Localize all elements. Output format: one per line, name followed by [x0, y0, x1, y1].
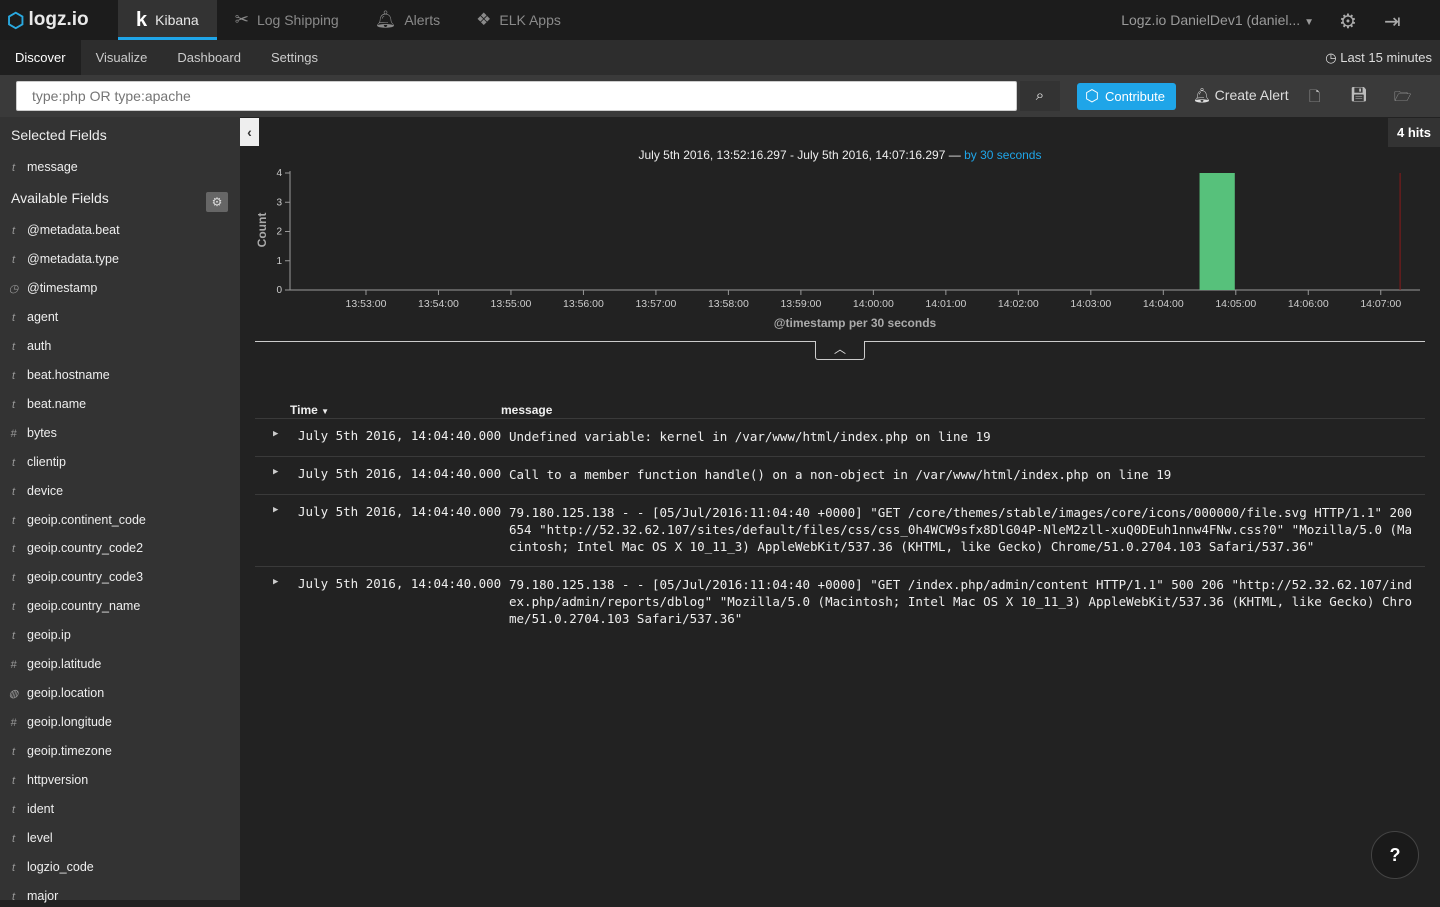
string-type-icon: t	[11, 572, 16, 585]
row-time: July 5th 2016, 14:04:40.000	[298, 576, 502, 591]
sort-down-icon: ▼	[321, 407, 330, 416]
field-item[interactable]: t geoip.country_code2	[0, 538, 240, 558]
x-tick-label: 13:59:00	[780, 298, 821, 310]
y-tick-label: 4	[276, 168, 282, 179]
number-type-icon: #	[10, 427, 17, 440]
y-axis-label: Count	[255, 213, 269, 248]
expand-row-icon[interactable]: ▶	[273, 429, 278, 439]
field-item[interactable]: t beat.name	[0, 394, 240, 414]
x-axis-label: @timestamp per 30 seconds	[774, 316, 937, 330]
string-type-icon: t	[11, 369, 16, 382]
table-row: ▶ July 5th 2016, 14:04:40.000 79.180.125.1…	[255, 566, 1425, 638]
table-row: ▶ July 5th 2016, 14:04:40.000 Call to a me…	[255, 456, 1425, 494]
field-item[interactable]: # geoip.longitude	[0, 712, 240, 732]
table-row: ▶ July 5th 2016, 14:04:40.000 Undefined va…	[255, 418, 1425, 456]
chevron-up-icon: ︿	[833, 342, 846, 356]
field-item[interactable]: t level	[0, 828, 240, 848]
field-item[interactable]: t beat.hostname	[0, 365, 240, 385]
row-message: 79.180.125.138 - - [05/Jul/2016:11:04:40…	[509, 577, 1413, 626]
field-item[interactable]: # bytes	[0, 423, 240, 443]
row-time: July 5th 2016, 14:04:40.000	[298, 428, 502, 443]
string-type-icon: t	[11, 861, 16, 874]
string-type-icon: t	[11, 485, 16, 498]
column-header-time[interactable]: Time ▼	[290, 403, 329, 417]
y-tick-label: 1	[276, 256, 282, 267]
field-item[interactable]: # geoip.latitude	[0, 654, 240, 674]
field-item[interactable]: t major	[0, 886, 240, 906]
x-tick-label: 13:54:00	[418, 298, 459, 310]
number-type-icon: #	[10, 717, 17, 730]
collapse-chart-button[interactable]: ︿	[815, 341, 865, 360]
help-chat-button[interactable]: ?	[1371, 831, 1419, 879]
field-item[interactable]: t device	[0, 481, 240, 501]
field-item[interactable]: t geoip.country_name	[0, 596, 240, 616]
string-type-icon: t	[11, 543, 16, 556]
string-type-icon: t	[11, 630, 16, 643]
string-type-icon: t	[11, 890, 16, 903]
string-type-icon: t	[11, 601, 16, 614]
y-tick-label: 0	[276, 285, 282, 296]
x-tick-label: 14:04:00	[1143, 298, 1184, 310]
field-item[interactable]: t geoip.ip	[0, 625, 240, 645]
field-item[interactable]: t geoip.timezone	[0, 741, 240, 761]
x-tick-label: 14:03:00	[1070, 298, 1111, 310]
column-header-message: message	[501, 403, 553, 417]
row-time: July 5th 2016, 14:04:40.000	[298, 466, 502, 481]
x-tick-label: 14:06:00	[1288, 298, 1329, 310]
string-type-icon: t	[11, 775, 16, 788]
histogram-bar	[1199, 173, 1235, 290]
field-item[interactable]: t geoip.country_code3	[0, 567, 240, 587]
x-tick-label: 13:58:00	[708, 298, 749, 310]
table-row: ▶ July 5th 2016, 14:04:40.000 79.180.125.1…	[255, 494, 1425, 566]
field-item[interactable]: t ident	[0, 799, 240, 819]
expand-row-icon[interactable]: ▶	[273, 577, 278, 587]
field-item[interactable]: ◍ geoip.location	[0, 683, 240, 703]
row-message: Call to a member function handle() on a …	[509, 467, 1172, 482]
x-tick-label: 14:07:00	[1360, 298, 1401, 310]
x-tick-label: 13:55:00	[491, 298, 532, 310]
string-type-icon: t	[11, 514, 16, 527]
expand-row-icon[interactable]: ▶	[273, 467, 278, 477]
row-message: 79.180.125.138 - - [05/Jul/2016:11:04:40…	[509, 505, 1413, 554]
row-time: July 5th 2016, 14:04:40.000	[298, 504, 502, 519]
string-type-icon: t	[11, 398, 16, 411]
string-type-icon: t	[11, 746, 16, 759]
row-message: Undefined variable: kernel in /var/www/h…	[509, 429, 991, 444]
x-tick-label: 13:57:00	[635, 298, 676, 310]
field-item[interactable]: t httpversion	[0, 770, 240, 790]
field-item[interactable]: t logzio_code	[0, 857, 240, 877]
histogram-chart[interactable]: 0 1 2 3 4 13:53:00 13:54:00 13:55:00 13:56:00 13:…	[0, 0, 1440, 340]
expand-row-icon[interactable]: ▶	[273, 505, 278, 515]
help-icon: ?	[1389, 845, 1401, 865]
field-item[interactable]: t geoip.continent_code	[0, 510, 240, 530]
y-tick-label: 3	[276, 197, 282, 208]
x-tick-label: 14:01:00	[925, 298, 966, 310]
x-tick-label: 14:02:00	[998, 298, 1039, 310]
x-tick-label: 14:00:00	[853, 298, 894, 310]
string-type-icon: t	[11, 804, 16, 816]
string-type-icon: t	[11, 456, 16, 469]
x-tick-label: 13:53:00	[346, 298, 387, 310]
field-item[interactable]: t clientip	[0, 452, 240, 472]
y-tick-label: 2	[276, 227, 282, 238]
number-type-icon: #	[10, 659, 17, 672]
globe-icon: ◍	[8, 688, 19, 701]
x-tick-label: 13:56:00	[563, 298, 604, 310]
string-type-icon: t	[11, 832, 16, 845]
x-tick-label: 14:05:00	[1215, 298, 1256, 310]
